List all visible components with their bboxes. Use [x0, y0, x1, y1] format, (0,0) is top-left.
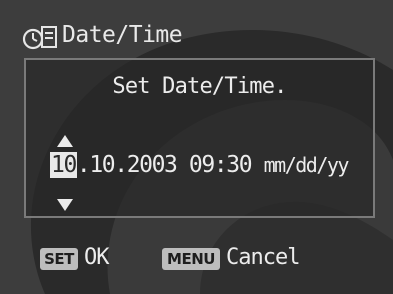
date-time-panel: Set Date/Time. 10.10.2003 09:30 mm/dd/yy: [24, 58, 375, 218]
date-format-label[interactable]: mm/dd/yy: [264, 153, 350, 177]
triangle-down-icon[interactable]: [56, 198, 74, 212]
title-bar: Date/Time: [0, 0, 393, 56]
datetime-value[interactable]: 10.10.2003 09:30 mm/dd/yy: [50, 152, 350, 186]
triangle-up-icon[interactable]: [56, 134, 74, 148]
screen-title: Date/Time: [62, 22, 183, 48]
set-key-badge[interactable]: SET: [40, 248, 78, 270]
menu-key-badge[interactable]: MENU: [162, 248, 220, 270]
ok-label[interactable]: OK: [84, 245, 109, 270]
cancel-label[interactable]: Cancel: [226, 245, 300, 270]
datetime-rest[interactable]: .10.2003 09:30: [77, 152, 253, 178]
prompt-text: Set Date/Time.: [112, 74, 287, 99]
footer-bar: SET OK MENU Cancel: [0, 240, 393, 280]
clock-settings-icon: [22, 26, 57, 50]
month-field[interactable]: 10: [50, 152, 77, 178]
